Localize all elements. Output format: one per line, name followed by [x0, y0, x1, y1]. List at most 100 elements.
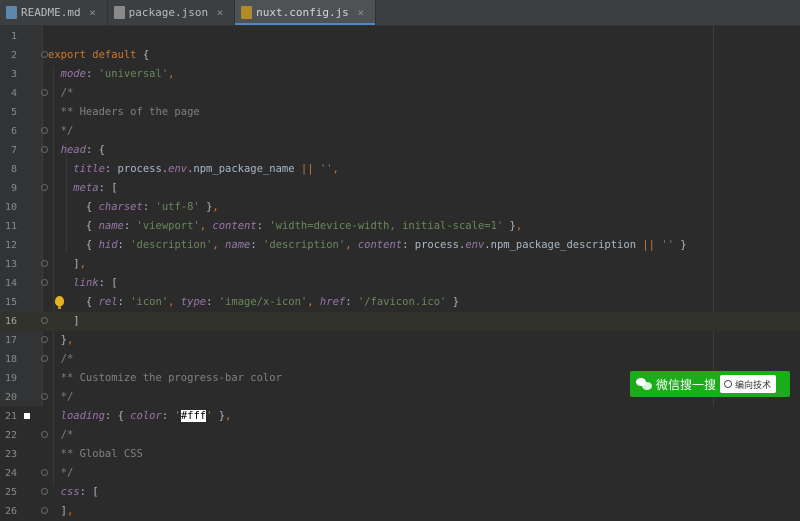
tab-js[interactable]: nuxt.config.js × [235, 0, 376, 25]
code-line[interactable]: 18 /* [0, 350, 800, 369]
code-token: loading [60, 410, 105, 422]
md-file-icon [6, 6, 17, 19]
code-token: { [48, 296, 99, 308]
code-token: ** Headers of the page [48, 106, 200, 118]
code-line[interactable]: 13 ], [0, 255, 800, 274]
code-line[interactable]: 25 css: [ [0, 483, 800, 502]
code-token: type [180, 296, 207, 308]
code-line[interactable]: 23 ** Global CSS [0, 445, 800, 464]
code-line[interactable]: 15 { rel: 'icon', type: 'image/x-icon', … [0, 293, 800, 312]
close-icon[interactable]: × [355, 6, 367, 19]
code-token: css [60, 486, 80, 498]
code-line[interactable]: 24 */ [0, 464, 800, 483]
code-line[interactable]: 7 head: { [0, 141, 800, 160]
code-line[interactable]: 10 { charset: 'utf-8' }, [0, 198, 800, 217]
line-number: 7 [10, 145, 17, 156]
line-number: 22 [4, 430, 17, 441]
code-token: 'utf-8' [155, 201, 200, 213]
code-token: , [225, 410, 232, 422]
fold-marker-icon[interactable] [41, 146, 48, 153]
fold-marker-icon[interactable] [41, 279, 48, 286]
code-line[interactable]: 16 ] [0, 312, 800, 331]
code-token: : [345, 296, 358, 308]
code-token: : process. [402, 239, 466, 251]
fold-marker-icon[interactable] [41, 317, 48, 324]
code-token: */ [48, 125, 74, 137]
fold-marker-icon[interactable] [41, 469, 48, 476]
line-number: 4 [10, 88, 17, 99]
code-token: : [117, 239, 131, 251]
code-line[interactable]: 12 { hid: 'description', name: 'descript… [0, 236, 800, 255]
tab-md[interactable]: README.md × [0, 0, 108, 25]
code-token: .npm_package_description [484, 239, 643, 251]
code-text: loading: { color: '#fff' }, [48, 407, 231, 426]
fold-marker-icon[interactable] [41, 89, 48, 96]
line-number: 1 [10, 31, 17, 42]
code-token: 'description' [130, 239, 213, 251]
code-text: { name: 'viewport', content: 'width=devi… [48, 217, 522, 236]
code-line[interactable]: 2 export default { [0, 46, 800, 65]
fold-marker-icon[interactable] [41, 184, 48, 191]
code-line[interactable]: 3 mode: 'universal', [0, 65, 800, 84]
line-number: 20 [4, 392, 17, 403]
code-token: /* [48, 353, 74, 365]
code-token: ] [48, 505, 67, 517]
code-line[interactable]: 17 }, [0, 331, 800, 350]
code-line[interactable]: 9 meta: [ [0, 179, 800, 198]
code-token: , [199, 220, 213, 232]
code-token: : [123, 220, 137, 232]
code-line[interactable]: 8 title: process.env.npm_package_name ||… [0, 160, 800, 179]
color-swatch-icon[interactable] [24, 413, 30, 419]
code-token: 'width=device-width, initial-scale=1' [269, 220, 504, 232]
code-line[interactable]: 21 loading: { color: '#fff' }, [0, 407, 800, 426]
code-token: content [212, 220, 257, 232]
code-line[interactable]: 1 [0, 27, 800, 46]
code-token: : [161, 410, 175, 422]
code-token: : [ [98, 277, 118, 289]
code-token: { [142, 49, 150, 61]
search-icon [724, 380, 733, 388]
fold-marker-icon[interactable] [41, 488, 48, 495]
fold-marker-icon[interactable] [41, 51, 48, 58]
fold-marker-icon[interactable] [41, 127, 48, 134]
code-token: : { [85, 144, 105, 156]
code-token: : [ [98, 182, 118, 194]
code-token: export default [48, 49, 143, 61]
tab-json[interactable]: package.json × [108, 0, 236, 25]
fold-marker-icon[interactable] [41, 431, 48, 438]
code-line[interactable]: 4 /* [0, 84, 800, 103]
code-editor[interactable]: 1 2 export default {3 mode: 'universal', 4 … [0, 26, 800, 517]
js-file-icon [241, 6, 253, 19]
close-icon[interactable]: × [214, 6, 226, 19]
fold-marker-icon[interactable] [41, 260, 48, 267]
code-line[interactable]: 5 ** Headers of the page [0, 103, 800, 122]
fold-marker-icon[interactable] [41, 355, 48, 362]
line-number: 9 [10, 183, 17, 194]
code-line[interactable]: 14 link: [ [0, 274, 800, 293]
close-icon[interactable]: × [87, 6, 99, 19]
code-line[interactable]: 6 */ [0, 122, 800, 141]
code-text: head: { [48, 141, 105, 160]
code-token: : [ [79, 486, 99, 498]
fold-marker-icon[interactable] [41, 393, 48, 400]
code-token: || [300, 163, 314, 175]
code-token: : { [104, 410, 131, 422]
line-number: 12 [4, 240, 17, 251]
fold-marker-icon[interactable] [41, 507, 48, 514]
code-line[interactable]: 22 /* [0, 426, 800, 445]
code-text: { rel: 'icon', type: 'image/x-icon', hre… [48, 293, 459, 312]
code-line[interactable]: 26 ], [0, 502, 800, 521]
line-number: 15 [4, 297, 17, 308]
code-token: ** Global CSS [48, 448, 143, 460]
code-token: #fff [180, 410, 207, 422]
code-line[interactable]: 11 { name: 'viewport', content: 'width=d… [0, 217, 800, 236]
code-token: */ [48, 467, 74, 479]
code-text: export default { [48, 46, 149, 65]
fold-marker-icon[interactable] [41, 336, 48, 343]
code-token: , [345, 239, 358, 251]
